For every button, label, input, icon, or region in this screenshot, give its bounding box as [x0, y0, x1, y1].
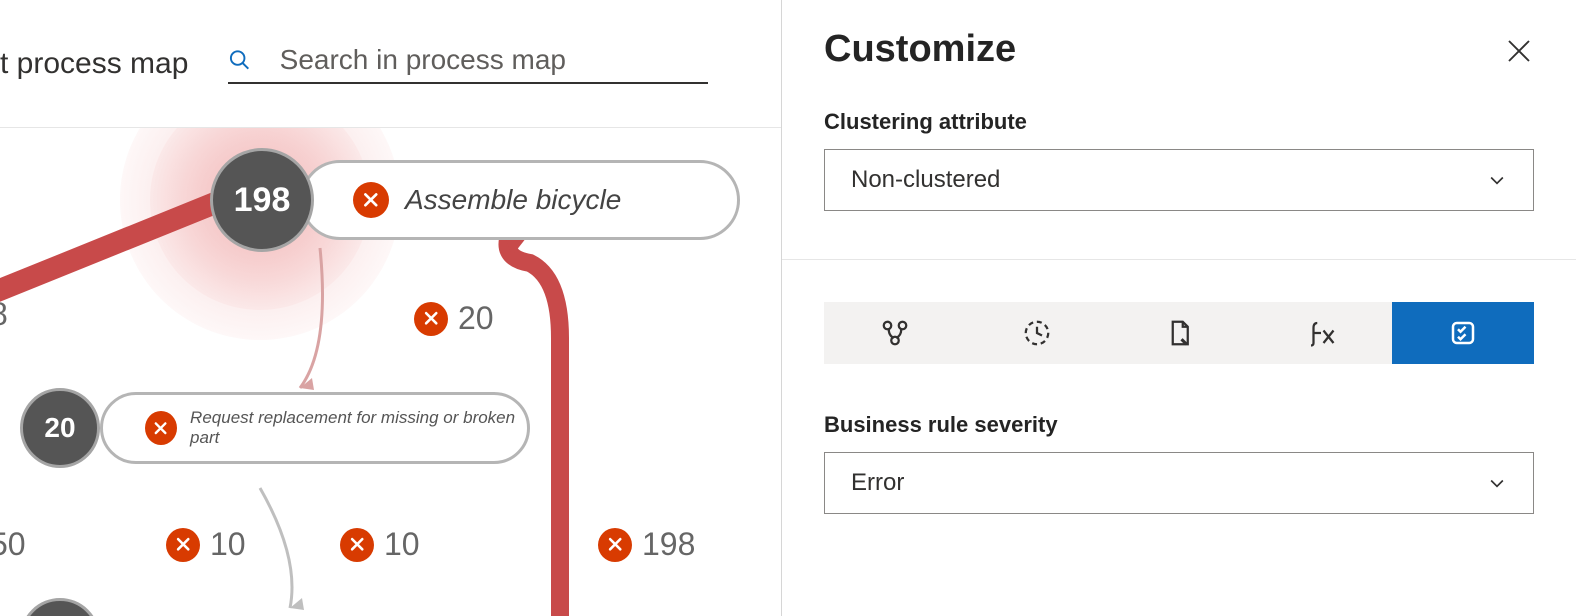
error-icon	[414, 302, 448, 336]
tab-formula[interactable]	[1250, 302, 1392, 364]
error-icon	[340, 528, 374, 562]
clustering-dropdown[interactable]: Non-clustered	[824, 149, 1534, 211]
stat-value: 198	[642, 526, 695, 563]
panel-divider	[782, 259, 1576, 260]
process-map-pane: t process map	[0, 0, 782, 616]
edge-stat: 10	[340, 526, 420, 563]
tab-branch[interactable]	[824, 302, 966, 364]
search-input[interactable]	[280, 44, 709, 76]
tab-time[interactable]	[966, 302, 1108, 364]
process-node-request[interactable]: Request replacement for missing or broke…	[100, 392, 530, 464]
node-label: Assemble bicycle	[405, 184, 621, 216]
severity-label: Business rule severity	[824, 412, 1534, 438]
page-title-fragment: t process map	[0, 47, 188, 81]
node-count: 198	[234, 181, 291, 220]
node-count-badge: 198	[210, 148, 314, 252]
customize-panel: Customize Clustering attribute Non-clust…	[782, 0, 1576, 616]
edge-stat: 50	[0, 526, 26, 563]
clustering-label: Clustering attribute	[824, 109, 1534, 135]
severity-dropdown[interactable]: Error	[824, 452, 1534, 514]
map-header: t process map	[0, 0, 781, 128]
search-icon	[228, 47, 251, 73]
node-label: Request replacement for missing or broke…	[190, 408, 527, 448]
node-count: 20	[44, 412, 75, 444]
stat-value: 10	[384, 526, 420, 563]
edge-stat: 10	[166, 526, 246, 563]
node-count-badge: 20	[20, 388, 100, 468]
error-icon	[598, 528, 632, 562]
tab-file[interactable]	[1108, 302, 1250, 364]
panel-title: Customize	[824, 28, 1534, 71]
metric-tabstrip	[824, 302, 1534, 364]
chevron-down-icon	[1487, 473, 1507, 493]
edge-stat: 8	[0, 296, 8, 333]
stat-value: 50	[0, 526, 26, 563]
search-field[interactable]	[228, 44, 708, 84]
error-icon	[145, 411, 177, 445]
stat-value: 20	[458, 300, 494, 337]
edge-stat: 198	[598, 526, 695, 563]
stat-value: 8	[0, 296, 8, 333]
error-icon	[353, 182, 389, 218]
close-button[interactable]	[1504, 36, 1534, 66]
process-node-assemble[interactable]: Assemble bicycle	[300, 160, 740, 240]
stat-value: 10	[210, 526, 246, 563]
process-map-canvas[interactable]: Assemble bicycle 198 Request replacement…	[0, 128, 781, 616]
edge-stat: 20	[414, 300, 494, 337]
tab-checklist[interactable]	[1392, 302, 1534, 364]
error-icon	[166, 528, 200, 562]
chevron-down-icon	[1487, 170, 1507, 190]
dropdown-value: Non-clustered	[851, 166, 1000, 194]
node-count-badge	[20, 598, 100, 616]
dropdown-value: Error	[851, 469, 904, 497]
